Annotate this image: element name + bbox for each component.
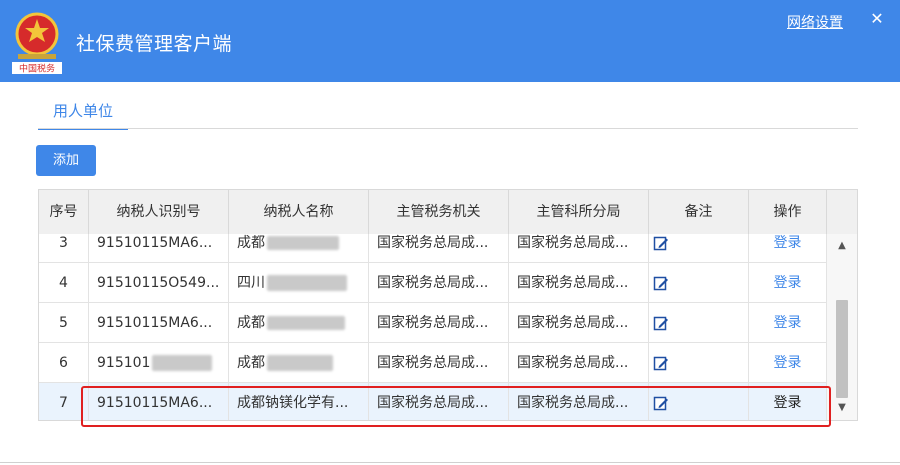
row-index: 3: [39, 234, 89, 263]
network-settings-link[interactable]: 网络设置: [787, 12, 843, 32]
row-taxpayer-name: 四川: [229, 263, 369, 303]
row-note: [649, 234, 749, 263]
header-note: 备注: [649, 190, 749, 234]
login-button[interactable]: 登录: [774, 275, 802, 291]
add-button[interactable]: 添加: [36, 145, 96, 176]
tab-employer[interactable]: 用人单位: [38, 100, 128, 130]
login-button[interactable]: 登录: [774, 235, 802, 251]
row-taxpayer-name-text: 四川: [237, 275, 265, 291]
taxpayer-table: 序号 纳税人识别号 纳税人名称 主管税务机关 主管科所分局 备注 操作 3 91…: [38, 189, 858, 421]
header-scroll-gap: [827, 190, 857, 234]
row-tax-id: 91510115MA6...: [89, 383, 229, 420]
row-tax-authority: 国家税务总局成...: [369, 383, 509, 420]
table-row[interactable]: 3 91510115MA6... 成都 国家税务总局成... 国家税务总局成..…: [39, 234, 827, 263]
header-action: 操作: [749, 190, 827, 234]
redacted-name-blur: [267, 236, 339, 250]
row-taxpayer-name-text: 成都: [237, 355, 265, 371]
row-tax-branch: 国家税务总局成...: [509, 383, 649, 420]
header-tax-id: 纳税人识别号: [89, 190, 229, 234]
redacted-tax-id-blur: [152, 355, 213, 371]
row-tax-branch: 国家税务总局成...: [509, 234, 649, 263]
row-tax-branch: 国家税务总局成...: [509, 303, 649, 343]
row-note: [649, 343, 749, 383]
row-action: 登录: [749, 383, 827, 420]
row-tax-id: 915101: [89, 343, 229, 383]
login-button[interactable]: 登录: [774, 315, 802, 331]
scroll-down-icon[interactable]: ▼: [835, 402, 849, 414]
redacted-name-blur: [267, 316, 345, 330]
edit-note-icon[interactable]: [653, 315, 669, 331]
table-header: 序号 纳税人识别号 纳税人名称 主管税务机关 主管科所分局 备注 操作: [39, 190, 827, 234]
table-row[interactable]: 6 915101 成都 国家税务总局成... 国家税务总局成... 登录: [39, 342, 827, 383]
row-note: [649, 383, 749, 420]
row-taxpayer-name: 成都钠镁化学有...: [229, 383, 369, 420]
table-row[interactable]: 5 91510115MA6... 成都 国家税务总局成... 国家税务总局成..…: [39, 302, 827, 343]
table-row-selected[interactable]: 7 91510115MA6... 成都钠镁化学有... 国家税务总局成... 国…: [39, 382, 827, 420]
tab-divider: [38, 128, 858, 129]
row-tax-authority: 国家税务总局成...: [369, 343, 509, 383]
login-button[interactable]: 登录: [774, 395, 802, 411]
header-tax-authority: 主管税务机关: [369, 190, 509, 234]
redacted-name-blur: [267, 275, 347, 291]
table-scrollbar[interactable]: ▲ ▼: [827, 234, 857, 420]
row-action: 登录: [749, 263, 827, 303]
row-note: [649, 303, 749, 343]
bottom-divider: [0, 462, 900, 463]
edit-note-icon[interactable]: [653, 235, 669, 251]
row-taxpayer-name: 成都: [229, 234, 369, 263]
close-icon[interactable]: ✕: [868, 10, 886, 28]
edit-note-icon[interactable]: [653, 275, 669, 291]
edit-note-icon[interactable]: [653, 355, 669, 371]
login-button[interactable]: 登录: [774, 355, 802, 371]
row-index: 4: [39, 263, 89, 303]
row-action: 登录: [749, 343, 827, 383]
redacted-name-blur: [267, 355, 333, 371]
row-tax-id-text: 915101: [97, 355, 151, 371]
row-index: 6: [39, 343, 89, 383]
row-tax-id: 91510115O549...: [89, 263, 229, 303]
header-tax-branch: 主管科所分局: [509, 190, 649, 234]
table-row[interactable]: 4 91510115O549... 四川 国家税务总局成... 国家税务总局成.…: [39, 262, 827, 303]
table-body: 3 91510115MA6... 成都 国家税务总局成... 国家税务总局成..…: [39, 234, 827, 420]
row-tax-authority: 国家税务总局成...: [369, 263, 509, 303]
title-bar: 中国税务 社保费管理客户端 网络设置 ✕: [0, 0, 900, 82]
row-tax-authority: 国家税务总局成...: [369, 234, 509, 263]
row-taxpayer-name-text: 成都: [237, 235, 265, 251]
row-index: 5: [39, 303, 89, 343]
app-title: 社保费管理客户端: [76, 33, 233, 55]
row-note: [649, 263, 749, 303]
row-tax-authority: 国家税务总局成...: [369, 303, 509, 343]
scroll-up-icon[interactable]: ▲: [835, 240, 849, 252]
row-taxpayer-name: 成都: [229, 343, 369, 383]
header-taxpayer-name: 纳税人名称: [229, 190, 369, 234]
row-tax-branch: 国家税务总局成...: [509, 343, 649, 383]
edit-note-icon[interactable]: [653, 395, 669, 411]
row-taxpayer-name: 成都: [229, 303, 369, 343]
row-taxpayer-name-text: 成都: [237, 315, 265, 331]
svg-text:中国税务: 中国税务: [19, 63, 55, 75]
row-tax-id: 91510115MA6...: [89, 234, 229, 263]
header-index: 序号: [39, 190, 89, 234]
scrollbar-thumb[interactable]: [836, 300, 848, 398]
tax-emblem-logo: 中国税务: [8, 8, 66, 76]
row-action: 登录: [749, 234, 827, 263]
row-tax-id: 91510115MA6...: [89, 303, 229, 343]
row-action: 登录: [749, 303, 827, 343]
row-tax-branch: 国家税务总局成...: [509, 263, 649, 303]
row-index: 7: [39, 383, 89, 420]
